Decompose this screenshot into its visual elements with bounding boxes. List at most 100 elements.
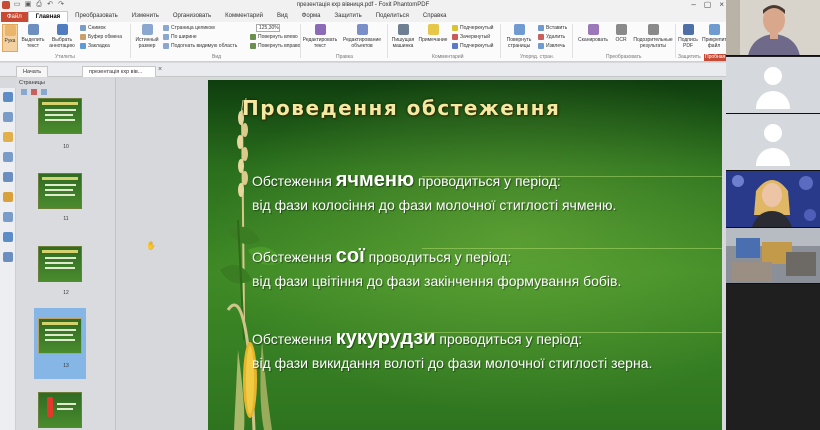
page-thumbnail[interactable] — [38, 392, 82, 428]
participant-video-tile[interactable] — [726, 0, 820, 56]
select-annotation-button[interactable]: Выбрать аннотацию — [48, 24, 76, 49]
fit-visible-icon — [163, 43, 169, 49]
attachments-icon[interactable] — [3, 172, 13, 182]
select-text-button[interactable]: Выделить текст — [20, 24, 46, 49]
extract-icon — [538, 43, 544, 49]
trial-badge[interactable]: Пробная — [704, 54, 726, 61]
actual-size-button[interactable]: Истинный размер — [134, 24, 160, 49]
bookmarks-icon[interactable] — [3, 112, 13, 122]
tab-comment[interactable]: Комментарий — [218, 11, 270, 22]
underline-button[interactable]: Подчеркнутый — [452, 43, 493, 49]
fit-page-button[interactable]: Страница целиком — [163, 25, 215, 31]
participant-video-tile[interactable] — [726, 228, 820, 284]
rotate-left-button[interactable]: Повернуть влево — [250, 34, 298, 40]
hand-tool-button[interactable]: Рука — [2, 24, 18, 52]
participant-tile[interactable] — [726, 57, 820, 114]
highlight-button[interactable]: Подчеркнутый — [452, 25, 493, 31]
close-icon[interactable]: × — [719, 0, 724, 9]
insert-pages-button[interactable]: Вставить — [538, 25, 567, 31]
user-icon — [764, 67, 782, 85]
rotate-right-icon — [250, 43, 256, 49]
page-options-icon[interactable] — [21, 89, 27, 95]
tab-start[interactable]: Начать — [16, 66, 49, 77]
item-detail: від фази цвітіння до фази закінчення фор… — [252, 273, 622, 289]
clipboard-button[interactable]: Буфер обмена — [80, 34, 122, 40]
fit-visible-button[interactable]: Подогнать видимую область — [163, 43, 237, 49]
typewriter-button[interactable]: Пишущая машинка — [389, 24, 417, 49]
tab-share[interactable]: Поделиться — [369, 11, 416, 22]
attach-file-button[interactable]: Прикрепить файл — [702, 24, 726, 49]
participant-video-tile[interactable] — [726, 171, 820, 228]
strikeout-button[interactable]: Зачеркнутый — [452, 34, 490, 40]
content-icon[interactable] — [3, 232, 13, 242]
document-tabs: Начать презентація кхр вів... × — [0, 63, 726, 77]
layers-icon[interactable] — [3, 132, 13, 142]
extract-pages-button[interactable]: Извлечь — [538, 43, 565, 49]
tab-view[interactable]: Вид — [270, 11, 295, 22]
minimize-icon[interactable]: – — [691, 0, 695, 9]
delete-icon — [538, 34, 544, 40]
camera-icon — [80, 25, 86, 31]
ocr-button[interactable]: OCR — [612, 24, 630, 43]
suspect-results-button[interactable]: Подозрительные результаты — [632, 24, 674, 49]
tab-document[interactable]: презентація кхр вів... — [82, 66, 156, 77]
insert-page-icon[interactable] — [41, 89, 47, 95]
group-label-tools: Утилиты — [55, 54, 75, 60]
rotate-pages-button[interactable]: Повернуть страницы — [502, 24, 536, 49]
tab-home[interactable]: Главная — [27, 11, 69, 22]
typewriter-icon — [397, 24, 409, 35]
scan-button[interactable]: Сканировать — [576, 24, 610, 43]
rotate-right-button[interactable]: Повернуть вправо — [250, 43, 300, 49]
page-thumbnail-selected[interactable] — [38, 318, 82, 354]
tab-protect[interactable]: Защитить — [328, 11, 369, 22]
signatures-icon[interactable] — [3, 212, 13, 222]
delete-page-icon[interactable] — [31, 89, 37, 95]
snapshot-button[interactable]: Снимок — [80, 25, 106, 31]
pen-icon — [682, 24, 694, 35]
window-title: презентація кхр вівниця.pdf - Foxit Phan… — [296, 2, 430, 8]
note-button[interactable]: Примечание — [418, 24, 448, 43]
text-cursor-icon — [27, 24, 39, 35]
maximize-icon[interactable]: ▢ — [704, 0, 712, 9]
edit-object-icon — [356, 24, 368, 35]
page-thumbnail[interactable] — [38, 246, 82, 282]
pdf-page-slide: Проведення обстеження Обстеження ячменю … — [208, 80, 722, 430]
suspect-results-icon — [647, 24, 659, 35]
tab-file[interactable]: Файл — [1, 11, 28, 22]
title-bar: ▭ ▣ ⎙ ↶ ↷ презентація кхр вівниця.pdf - … — [0, 0, 726, 11]
page-number-selected: 13 — [63, 363, 69, 369]
tab-form[interactable]: Форма — [295, 11, 328, 22]
tab-edit[interactable]: Изменить — [125, 11, 166, 22]
group-label-edit: Правка — [336, 54, 353, 60]
close-tab-icon[interactable]: × — [158, 66, 162, 73]
sign-pdf-button[interactable]: Подпись PDF — [677, 24, 699, 49]
comments-icon[interactable] — [3, 152, 13, 162]
page-thumbnail[interactable] — [38, 173, 82, 209]
tab-convert[interactable]: Преобразовать — [68, 11, 125, 22]
tools-icon[interactable] — [3, 252, 13, 262]
tab-help[interactable]: Справка — [416, 11, 454, 22]
delete-pages-button[interactable]: Удалить — [538, 34, 565, 40]
fit-width-button[interactable]: По ширине — [163, 34, 197, 40]
rotate-left-icon — [250, 34, 256, 40]
note-icon — [427, 24, 439, 35]
edit-object-button[interactable]: Редактирование объектов — [340, 24, 384, 49]
page-thumbnails-icon[interactable] — [3, 92, 13, 102]
underline-icon — [452, 43, 458, 49]
page-number: 10 — [63, 144, 69, 150]
hand-cursor-icon: ✋ — [146, 241, 156, 250]
zoom-input[interactable]: 125,30% — [256, 24, 280, 32]
participant-tile[interactable] — [726, 114, 820, 171]
page-number: 11 — [63, 216, 69, 222]
page-thumbnail[interactable] — [38, 98, 82, 134]
tab-organize[interactable]: Организовать — [166, 11, 218, 22]
security-icon[interactable] — [3, 192, 13, 202]
group-label-protect: Защитить — [678, 54, 701, 60]
clipboard-icon — [80, 34, 86, 40]
avatar — [726, 114, 820, 170]
bookmark-button[interactable]: Закладка — [80, 43, 110, 49]
ribbon-toolbar: Рука Выделить текст Выбрать аннотацию Сн… — [0, 22, 726, 62]
video-participants-panel — [726, 0, 820, 430]
edit-text-button[interactable]: Редактировать текст — [302, 24, 338, 49]
crop-name: сої — [335, 245, 365, 267]
